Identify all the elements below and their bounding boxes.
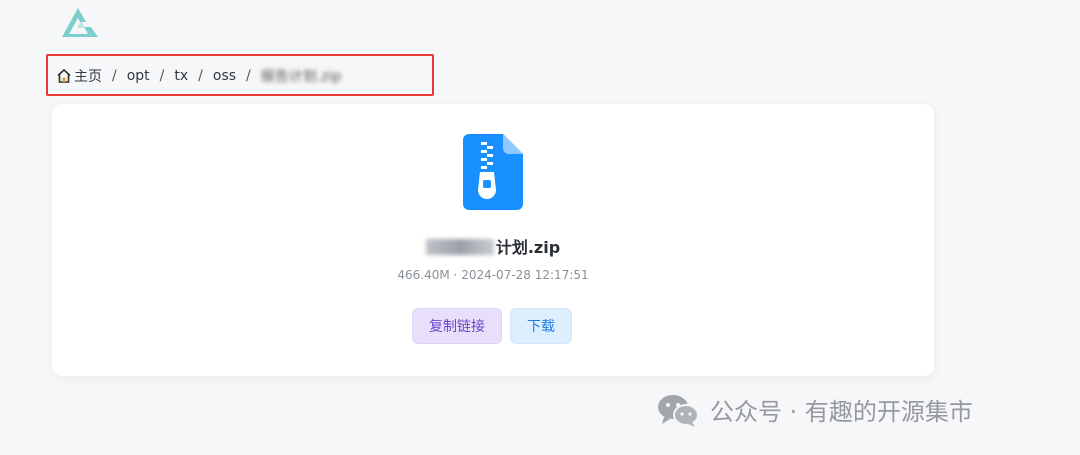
breadcrumb-item-oss[interactable]: oss xyxy=(213,68,236,84)
breadcrumb-separator: / xyxy=(159,68,165,84)
breadcrumb-separator: / xyxy=(246,68,251,84)
watermark-text: 公众号 · 有趣的开源集市 xyxy=(710,398,973,426)
breadcrumb-item-tx[interactable]: tx xyxy=(174,68,188,84)
breadcrumb-home[interactable]: 主页 xyxy=(56,66,102,86)
copy-link-button[interactable]: 复制链接 xyxy=(412,308,502,344)
download-button[interactable]: 下载 xyxy=(510,308,572,344)
zip-file-icon xyxy=(463,134,523,210)
breadcrumb-current-file: 报告计划.zip xyxy=(260,69,342,85)
breadcrumb-separator: / xyxy=(112,68,117,84)
file-size: 466.40M xyxy=(397,268,450,282)
file-meta: 466.40M · 2024-07-28 12:17:51 xyxy=(52,268,934,282)
watermark: 公众号 · 有趣的开源集市 xyxy=(656,392,973,427)
breadcrumb-home-label: 主页 xyxy=(74,69,102,85)
breadcrumb: 主页 / opt / tx / oss / 报告计划.zip xyxy=(56,60,341,92)
app-logo-icon xyxy=(62,8,98,37)
file-name-visible: 计划.zip xyxy=(495,238,561,257)
home-icon xyxy=(57,68,71,83)
breadcrumb-separator: / xyxy=(198,68,203,84)
breadcrumb-item-opt[interactable]: opt xyxy=(127,68,150,84)
wechat-icon xyxy=(658,394,699,427)
file-modified-date: 2024-07-28 12:17:51 xyxy=(461,268,589,282)
file-name-redacted xyxy=(425,239,494,255)
file-card: 计划.zip 466.40M · 2024-07-28 12:17:51 复制链… xyxy=(52,104,934,376)
meta-separator: · xyxy=(453,268,458,282)
app-logo[interactable] xyxy=(58,4,102,40)
file-name: 计划.zip xyxy=(52,234,934,258)
file-actions: 复制链接 下载 xyxy=(412,308,572,344)
